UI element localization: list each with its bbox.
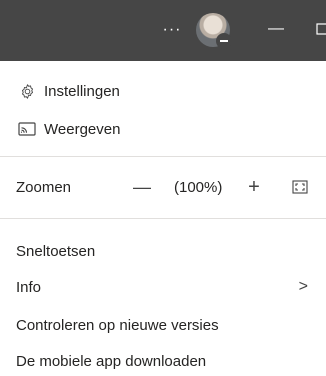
status-badge bbox=[216, 33, 232, 49]
cast-icon bbox=[18, 120, 36, 138]
menu-item-settings[interactable]: Instellingen bbox=[0, 76, 326, 106]
fullscreen-icon bbox=[292, 180, 308, 194]
divider bbox=[0, 156, 326, 157]
restore-window-button[interactable] bbox=[316, 21, 326, 35]
divider bbox=[0, 218, 326, 219]
menu-item-shortcuts[interactable]: Sneltoetsen bbox=[0, 236, 326, 266]
minimize-button[interactable]: — bbox=[266, 19, 286, 39]
menu-item-label: Weergeven bbox=[44, 120, 121, 138]
title-bar: ··· — bbox=[0, 0, 326, 61]
menu-item-display[interactable]: Weergeven bbox=[0, 114, 326, 144]
menu-item-label: Instellingen bbox=[44, 82, 120, 100]
menu-item-label: De mobiele app downloaden bbox=[16, 352, 207, 370]
zoom-out-button[interactable]: — bbox=[130, 175, 154, 199]
menu-item-label: Info bbox=[16, 278, 42, 296]
zoom-label: Zoomen bbox=[16, 179, 72, 196]
avatar[interactable] bbox=[196, 13, 232, 49]
chevron-right-icon: > bbox=[298, 278, 308, 295]
zoom-in-button[interactable]: + bbox=[242, 175, 266, 199]
menu-item-info[interactable]: Info > bbox=[0, 272, 326, 302]
more-options-button[interactable]: ··· bbox=[160, 21, 184, 39]
fullscreen-button[interactable] bbox=[292, 179, 308, 195]
restore-icon bbox=[316, 23, 326, 35]
menu-item-label: Sneltoetsen bbox=[16, 242, 96, 260]
zoom-row: Zoomen — (100%) + bbox=[0, 173, 326, 203]
zoom-level: (100%) bbox=[174, 179, 223, 196]
menu-item-check-updates[interactable]: Controleren op nieuwe versies bbox=[0, 310, 326, 340]
menu-item-mobile-app[interactable]: De mobiele app downloaden bbox=[0, 346, 326, 376]
menu-item-label: Controleren op nieuwe versies bbox=[16, 316, 219, 334]
gear-icon bbox=[18, 82, 36, 100]
